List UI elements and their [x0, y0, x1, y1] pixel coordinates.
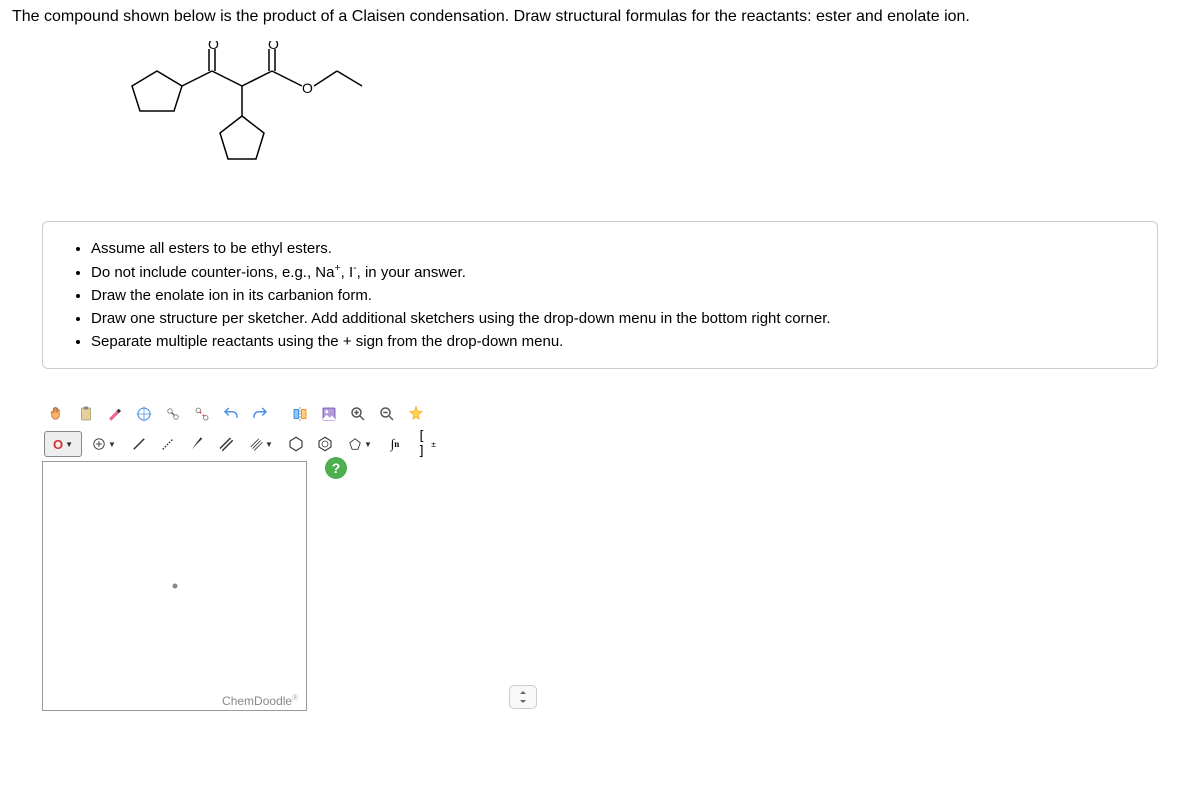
element-selector[interactable]: O▼ [44, 431, 82, 457]
dotted-bond-icon[interactable] [155, 431, 181, 457]
bracket-charge-icon[interactable]: [ ]± [411, 431, 437, 457]
instruction-item: Draw one structure per sketcher. Add add… [91, 308, 1139, 329]
help-button[interactable]: ? [325, 457, 347, 479]
redo-icon[interactable] [247, 401, 273, 427]
sketcher-canvas[interactable]: ChemDoodle® [42, 461, 307, 711]
molecule-structure: O O O [112, 41, 1188, 201]
integral-n-icon[interactable]: ∫n [382, 431, 408, 457]
chain-link-icon[interactable] [160, 401, 186, 427]
chain-break-icon[interactable] [189, 401, 215, 427]
wedge-bond-icon[interactable] [184, 431, 210, 457]
paste-image-icon[interactable] [316, 401, 342, 427]
zoom-out-icon[interactable] [374, 401, 400, 427]
center-icon[interactable] [131, 401, 157, 427]
instruction-item: Do not include counter-ions, e.g., Na+, … [91, 261, 1139, 283]
question-text: The compound shown below is the product … [12, 8, 1188, 26]
charge-selector[interactable]: ▼ [85, 431, 123, 457]
clean-icon[interactable] [403, 401, 429, 427]
instruction-item: Draw the enolate ion in its carbanion fo… [91, 285, 1139, 306]
marker-icon[interactable] [102, 401, 128, 427]
instruction-item: Assume all esters to be ethyl esters. [91, 238, 1139, 259]
canvas-placeholder-dot [172, 584, 177, 589]
svg-text:O: O [268, 41, 279, 52]
undo-icon[interactable] [218, 401, 244, 427]
zoom-in-icon[interactable] [345, 401, 371, 427]
flip-horizontal-icon[interactable] [287, 401, 313, 427]
triple-bond-icon[interactable]: ▼ [242, 431, 280, 457]
hand-tool-icon[interactable] [44, 401, 70, 427]
svg-text:O: O [208, 41, 219, 52]
single-bond-icon[interactable] [126, 431, 152, 457]
chemdoodle-sketcher: O▼ ▼ ▼ [42, 399, 582, 715]
sketcher-toolbar: O▼ ▼ ▼ [42, 399, 582, 461]
double-bond-icon[interactable] [213, 431, 239, 457]
svg-text:O: O [302, 80, 313, 96]
cyclopentane-icon[interactable]: ▼ [341, 431, 379, 457]
expand-sketcher-button[interactable] [509, 685, 537, 709]
chemdoodle-brand-label: ChemDoodle® [222, 693, 298, 708]
cyclohexane-icon[interactable] [283, 431, 309, 457]
instruction-item: Separate multiple reactants using the + … [91, 331, 1139, 352]
benzene-icon[interactable] [312, 431, 338, 457]
instructions-box: Assume all esters to be ethyl esters. Do… [42, 221, 1158, 369]
paste-icon[interactable] [73, 401, 99, 427]
